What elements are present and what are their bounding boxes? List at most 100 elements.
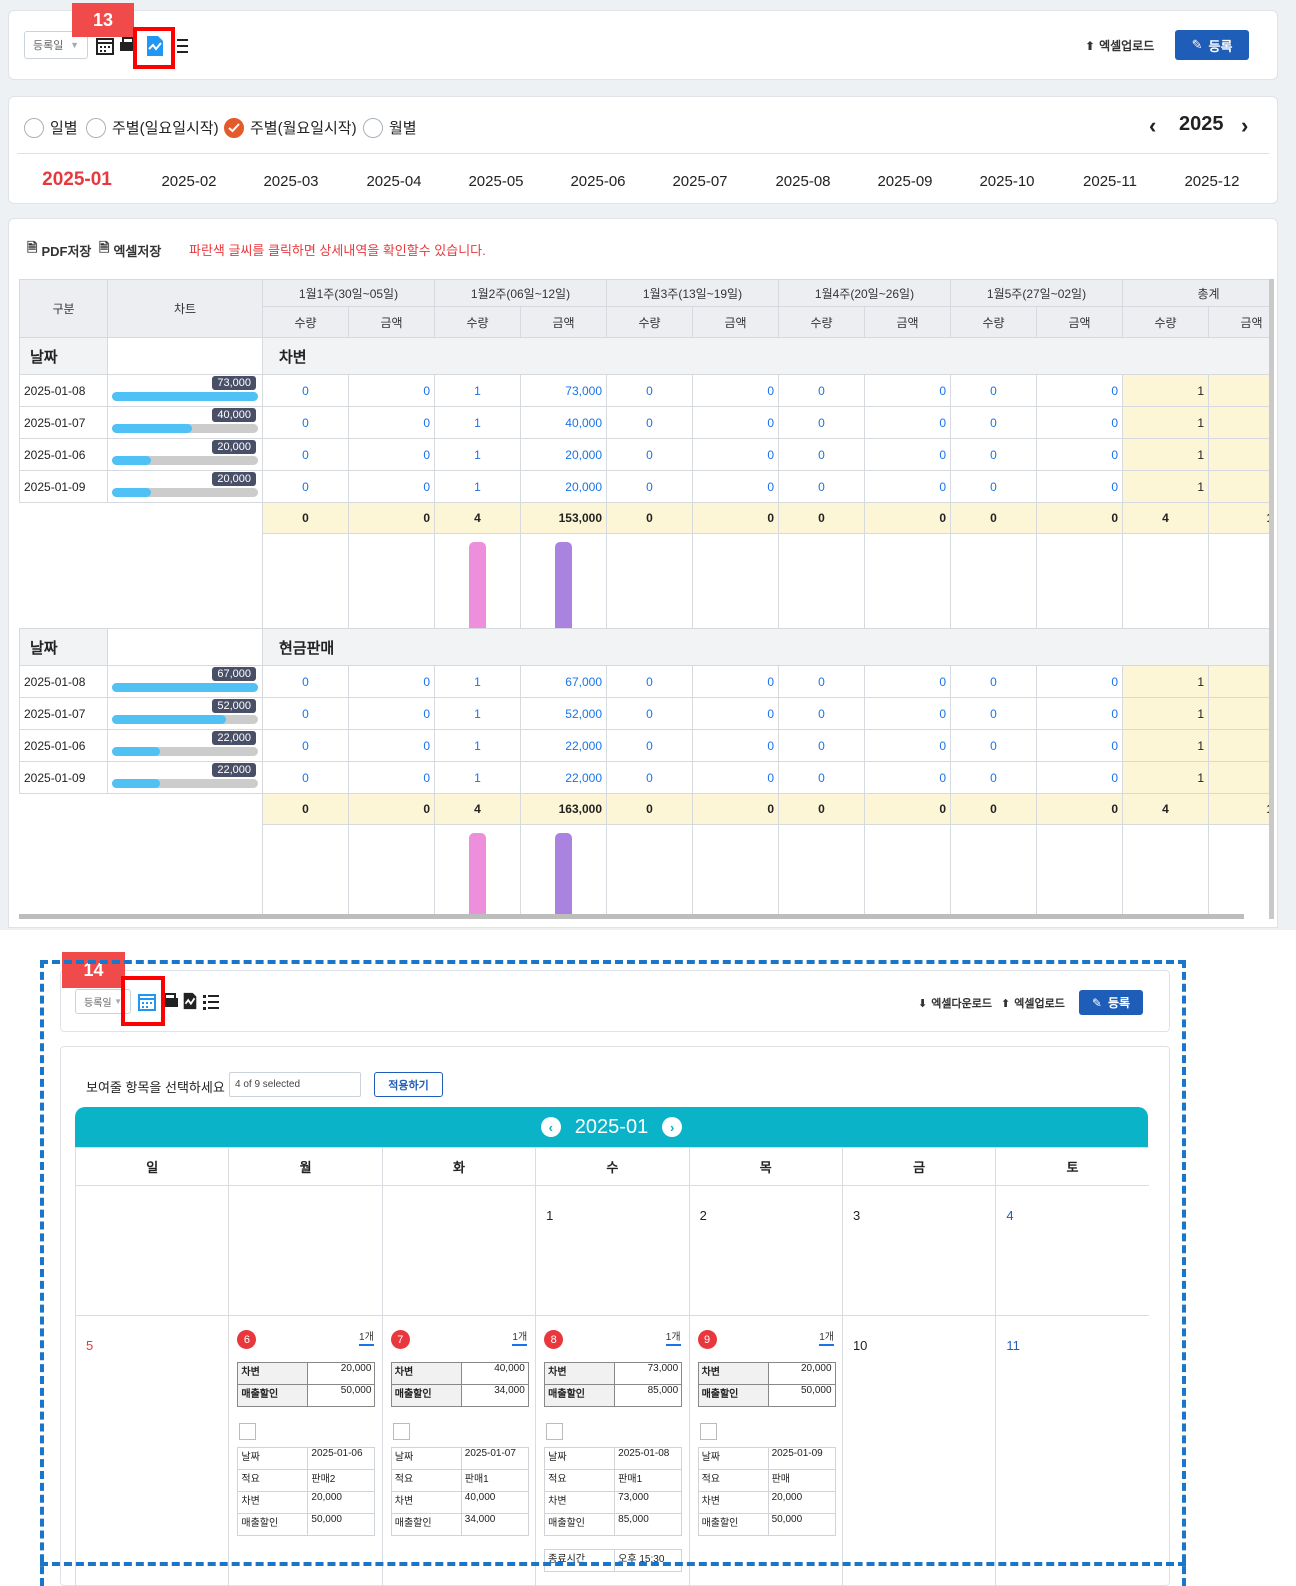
cell-value[interactable]: 0 xyxy=(606,729,693,762)
cell-value[interactable]: 0 xyxy=(950,761,1037,794)
month-tab-2025-03[interactable]: 2025-03 xyxy=(241,173,341,190)
cell-value[interactable]: 0 xyxy=(778,729,865,762)
cell-value[interactable]: 0 xyxy=(864,665,951,698)
cell-value[interactable]: 0 xyxy=(950,438,1037,471)
month-tab-2025-08[interactable]: 2025-08 xyxy=(753,173,853,190)
cell-value[interactable]: 0 xyxy=(348,406,435,439)
cell-value[interactable]: 0 xyxy=(950,665,1037,698)
cell-value[interactable]: 0 xyxy=(778,374,865,407)
cell-value[interactable]: 0 xyxy=(348,697,435,730)
cell-value[interactable]: 1 xyxy=(434,665,521,698)
vertical-scrollbar[interactable] xyxy=(1269,279,1274,919)
cell-value[interactable]: 0 xyxy=(1036,470,1123,503)
cell-value[interactable]: 40,000 xyxy=(520,406,607,439)
cell-value[interactable]: 0 xyxy=(606,374,693,407)
month-tab-2025-02[interactable]: 2025-02 xyxy=(139,173,239,190)
cell-value[interactable]: 1 xyxy=(434,729,521,762)
cell-value[interactable]: 0 xyxy=(692,729,779,762)
cell-value[interactable]: 0 xyxy=(1036,761,1123,794)
cell-value[interactable]: 0 xyxy=(1036,665,1123,698)
cell-value[interactable]: 0 xyxy=(950,406,1037,439)
cell-value[interactable]: 0 xyxy=(692,438,779,471)
cell-value[interactable]: 0 xyxy=(950,374,1037,407)
cell-value[interactable]: 0 xyxy=(692,761,779,794)
cell-value[interactable]: 0 xyxy=(262,438,349,471)
month-tab-2025-10[interactable]: 2025-10 xyxy=(957,173,1057,190)
cell-value[interactable]: 22,000 xyxy=(520,729,607,762)
cell-value[interactable]: 0 xyxy=(606,470,693,503)
month-tab-2025-11[interactable]: 2025-11 xyxy=(1060,173,1160,190)
cell-value[interactable]: 0 xyxy=(348,470,435,503)
radio-weekly-monday[interactable]: 주별(월요일시작) xyxy=(224,117,357,138)
excel-upload-button[interactable]: ⬆ 엑셀업로드 xyxy=(1085,37,1154,54)
horizontal-scrollbar[interactable] xyxy=(19,914,1244,919)
radio-monthly[interactable]: 월별 xyxy=(363,117,417,138)
cell-value[interactable]: 0 xyxy=(864,729,951,762)
radio-daily[interactable]: 일별 xyxy=(24,117,78,138)
cell-value[interactable]: 0 xyxy=(950,697,1037,730)
cell-value[interactable]: 0 xyxy=(692,470,779,503)
cell-value[interactable]: 1 xyxy=(434,761,521,794)
cell-value[interactable]: 0 xyxy=(692,406,779,439)
radio-weekly-sunday[interactable]: 주별(일요일시작) xyxy=(86,117,219,138)
cell-value[interactable]: 0 xyxy=(864,697,951,730)
cell-value[interactable]: 0 xyxy=(262,374,349,407)
cell-value[interactable]: 0 xyxy=(348,761,435,794)
cell-value[interactable]: 0 xyxy=(606,697,693,730)
cell-value[interactable]: 0 xyxy=(692,697,779,730)
cell-value[interactable]: 1 xyxy=(434,374,521,407)
calendar-view-icon[interactable] xyxy=(96,37,114,55)
cell-value[interactable]: 0 xyxy=(606,665,693,698)
cell-value[interactable]: 0 xyxy=(950,729,1037,762)
cell-value[interactable]: 1 xyxy=(434,438,521,471)
cell-value[interactable]: 22,000 xyxy=(520,761,607,794)
month-tab-2025-06[interactable]: 2025-06 xyxy=(548,173,648,190)
cell-value[interactable]: 0 xyxy=(262,697,349,730)
cell-value[interactable]: 0 xyxy=(778,697,865,730)
cell-value[interactable]: 0 xyxy=(864,406,951,439)
cell-value[interactable]: 67,000 xyxy=(520,665,607,698)
cell-value[interactable]: 0 xyxy=(778,406,865,439)
cell-value[interactable]: 0 xyxy=(348,438,435,471)
cell-value[interactable]: 0 xyxy=(1036,729,1123,762)
cell-value[interactable]: 1 xyxy=(434,406,521,439)
cell-value[interactable]: 0 xyxy=(262,406,349,439)
cell-value[interactable]: 0 xyxy=(262,729,349,762)
month-tab-2025-01[interactable]: 2025-01 xyxy=(25,169,129,191)
cell-value[interactable]: 0 xyxy=(606,761,693,794)
cell-value[interactable]: 0 xyxy=(950,470,1037,503)
cell-value[interactable]: 1 xyxy=(434,697,521,730)
month-tab-2025-12[interactable]: 2025-12 xyxy=(1162,173,1262,190)
cell-value[interactable]: 0 xyxy=(778,665,865,698)
excel-save-button[interactable]: 🗎 엑셀저장 xyxy=(99,239,161,261)
cell-value[interactable]: 0 xyxy=(864,761,951,794)
cell-value[interactable]: 52,000 xyxy=(520,697,607,730)
cell-value[interactable]: 0 xyxy=(262,761,349,794)
cell-value[interactable]: 0 xyxy=(1036,697,1123,730)
cell-value[interactable]: 1 xyxy=(434,470,521,503)
pdf-save-button[interactable]: 🗎 PDF저장 xyxy=(27,239,91,261)
cell-value[interactable]: 0 xyxy=(1036,438,1123,471)
next-year-icon[interactable]: › xyxy=(1241,113,1248,139)
cell-value[interactable]: 0 xyxy=(778,470,865,503)
register-button[interactable]: ✎ 등록 xyxy=(1175,30,1249,60)
cell-value[interactable]: 0 xyxy=(1036,374,1123,407)
cell-value[interactable]: 0 xyxy=(864,470,951,503)
month-tab-2025-05[interactable]: 2025-05 xyxy=(446,173,546,190)
cell-value[interactable]: 20,000 xyxy=(520,438,607,471)
cell-value[interactable]: 0 xyxy=(692,374,779,407)
prev-year-icon[interactable]: ‹ xyxy=(1149,113,1156,139)
cell-value[interactable]: 0 xyxy=(348,665,435,698)
cell-value[interactable]: 0 xyxy=(348,374,435,407)
month-tab-2025-07[interactable]: 2025-07 xyxy=(650,173,750,190)
cell-value[interactable]: 0 xyxy=(348,729,435,762)
cell-value[interactable]: 0 xyxy=(778,761,865,794)
cell-value[interactable]: 0 xyxy=(262,470,349,503)
cell-value[interactable]: 73,000 xyxy=(520,374,607,407)
cell-value[interactable]: 0 xyxy=(606,438,693,471)
cell-value[interactable]: 0 xyxy=(1036,406,1123,439)
month-tab-2025-09[interactable]: 2025-09 xyxy=(855,173,955,190)
cell-value[interactable]: 20,000 xyxy=(520,470,607,503)
cell-value[interactable]: 0 xyxy=(778,438,865,471)
cell-value[interactable]: 0 xyxy=(606,406,693,439)
